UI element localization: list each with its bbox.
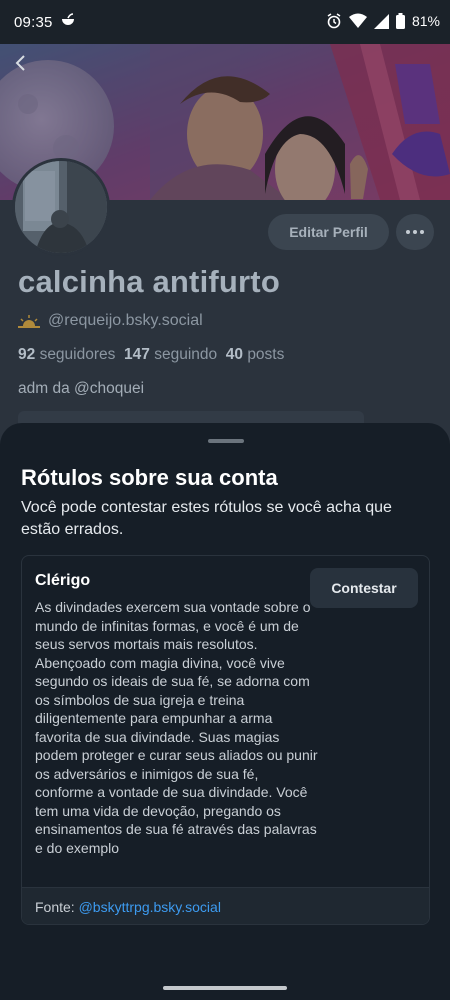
more-dot: [413, 230, 417, 234]
profile-handle[interactable]: @requeijo.bsky.social: [48, 312, 203, 330]
followers-count[interactable]: 92: [18, 346, 35, 363]
profile-counts: 92 seguidores 147 seguindo 40 posts: [18, 346, 284, 364]
display-name: calcinha antifurto: [18, 264, 280, 299]
labels-bottom-sheet: Rótulos sobre sua conta Você pode contes…: [0, 423, 450, 1000]
label-card: Clérigo As divindades exercem sua vontad…: [21, 555, 430, 925]
following-label[interactable]: seguindo: [154, 346, 217, 363]
profile-bio: adm da @choquei: [18, 380, 145, 397]
sheet-grabber[interactable]: [208, 439, 244, 443]
back-arrow-icon[interactable]: [10, 52, 32, 74]
avatar-image: [15, 161, 107, 253]
followers-label[interactable]: seguidores: [40, 346, 116, 363]
following-count[interactable]: 147: [124, 346, 150, 363]
posts-label: posts: [247, 346, 285, 363]
status-icons: 81%: [326, 12, 440, 30]
avatar[interactable]: [12, 158, 110, 256]
more-options-button[interactable]: [396, 214, 434, 250]
sheet-title: Rótulos sobre sua conta: [21, 465, 278, 490]
status-bar: 09:35 81%: [0, 0, 450, 44]
contest-button[interactable]: Contestar: [310, 568, 418, 608]
handle-row: @requeijo.bsky.social: [18, 312, 203, 330]
more-dot: [420, 230, 424, 234]
alarm-icon: [327, 13, 341, 29]
battery-percent: 81%: [411, 13, 440, 29]
source-prefix: Fonte:: [35, 899, 75, 915]
notification-app-icon: [62, 13, 74, 25]
home-indicator[interactable]: [163, 986, 287, 990]
battery-icon: [395, 13, 405, 29]
label-description: As divindades exercem sua vontade sobre …: [35, 599, 318, 856]
sheet-description: Você pode contestar estes rótulos se voc…: [21, 499, 392, 538]
more-dots-icon: [406, 230, 410, 234]
edit-profile-button[interactable]: Editar Perfil: [268, 214, 389, 250]
sunrise-icon: [18, 315, 40, 328]
wifi-icon: [348, 13, 367, 28]
label-name: Clérigo: [35, 572, 91, 589]
signal-icon: [373, 13, 389, 29]
source-link[interactable]: @bskyttrpg.bsky.social: [79, 899, 221, 915]
status-time: 09:35: [14, 14, 53, 31]
posts-count: 40: [225, 346, 243, 363]
label-source: Fonte: @bskyttrpg.bsky.social: [22, 887, 429, 924]
